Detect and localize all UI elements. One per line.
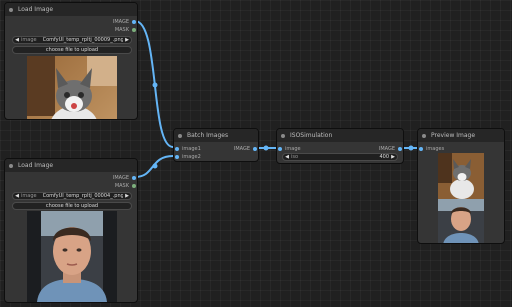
input-socket-image[interactable] (278, 147, 282, 151)
upload-button[interactable]: choose file to upload (12, 202, 132, 210)
node-title: Preview Image (431, 132, 476, 139)
image-select-combo[interactable]: ◀ image ComfyUI_temp_rpltj_00009_.png ▶ (12, 36, 132, 44)
output-label-image: IMAGE (378, 146, 395, 152)
combo-label: image (21, 193, 37, 199)
preview-portrait-thumbnail[interactable] (438, 199, 484, 243)
node-title-bar[interactable]: Preview Image (418, 129, 504, 142)
output-label-image: IMAGE (112, 19, 129, 25)
collapse-dot-icon[interactable] (9, 163, 13, 168)
iso-number-widget[interactable]: ◀ iso 400 ▶ (282, 153, 398, 161)
input-socket-image1[interactable] (175, 147, 179, 151)
increment-arrow-icon[interactable]: ▶ (389, 154, 397, 160)
input-socket-image2[interactable] (175, 155, 179, 159)
output-socket-image[interactable] (253, 147, 257, 151)
link-load2-to-batch-image2 (134, 155, 174, 178)
output-socket-mask[interactable] (132, 184, 136, 188)
node-title: Load Image (18, 162, 54, 169)
output-label-mask: MASK (114, 183, 129, 189)
collapse-dot-icon[interactable] (422, 133, 426, 138)
node-title: Load Image (18, 6, 54, 13)
iso-label: iso (291, 154, 299, 160)
input-label-image2: image2 (182, 154, 201, 160)
preview-cat-thumbnail[interactable] (438, 153, 484, 199)
collapse-dot-icon[interactable] (178, 133, 182, 138)
combo-left-arrow-icon[interactable]: ◀ (13, 193, 21, 199)
combo-right-arrow-icon[interactable]: ▶ (123, 193, 131, 199)
portrait-photo-icon (27, 211, 117, 302)
node-title: ISOSimulation (290, 132, 333, 139)
cat-photo-icon (27, 56, 117, 119)
link-midpoint-2 (152, 163, 158, 169)
portrait-image (27, 211, 117, 302)
combo-value: ComfyUI_temp_rpltj_00009_.png (42, 37, 123, 43)
output-label-mask: MASK (114, 27, 129, 33)
link-midpoint-1 (152, 82, 158, 88)
input-label-image1: image1 (182, 146, 201, 152)
combo-right-arrow-icon[interactable]: ▶ (123, 37, 131, 43)
node-title-bar[interactable]: ISOSimulation (277, 129, 403, 142)
link-midpoint-3 (263, 145, 269, 151)
combo-label: image (21, 37, 37, 43)
input-label-images: images (426, 146, 445, 152)
link-midpoint-4 (408, 145, 414, 151)
output-socket-image[interactable] (398, 147, 402, 151)
output-socket-image[interactable] (132, 20, 136, 24)
load-image-node-2[interactable]: Load Image IMAGE MASK ◀ image ComfyUI_te… (4, 158, 138, 303)
output-socket-image[interactable] (132, 176, 136, 180)
output-label-image: IMAGE (112, 175, 129, 181)
node-title: Batch Images (187, 132, 229, 139)
combo-value: ComfyUI_temp_rpltj_00004_.png (42, 193, 123, 199)
load-image-node-1[interactable]: Load Image IMAGE MASK ◀ image ComfyUI_te… (4, 2, 138, 120)
cat-image (27, 56, 117, 119)
combo-left-arrow-icon[interactable]: ◀ (13, 37, 21, 43)
node-title-bar[interactable]: Load Image (5, 159, 137, 172)
output-label-image: IMAGE (233, 146, 250, 152)
preview-image-node[interactable]: Preview Image images (417, 128, 505, 244)
link-load1-to-batch-image1 (134, 20, 174, 148)
decrement-arrow-icon[interactable]: ◀ (283, 154, 291, 160)
upload-button[interactable]: choose file to upload (12, 46, 132, 54)
node-title-bar[interactable]: Batch Images (174, 129, 258, 142)
cat-thumbnail-icon (438, 153, 484, 199)
input-label-image: image (285, 146, 301, 152)
batch-images-node[interactable]: Batch Images image1 image2 IMAGE (173, 128, 259, 162)
collapse-dot-icon[interactable] (281, 133, 285, 138)
output-socket-mask[interactable] (132, 28, 136, 32)
node-title-bar[interactable]: Load Image (5, 3, 137, 16)
iso-value[interactable]: 400 (304, 154, 389, 160)
image-select-combo[interactable]: ◀ image ComfyUI_temp_rpltj_00004_.png ▶ (12, 192, 132, 200)
iso-simulation-node[interactable]: ISOSimulation image IMAGE ◀ iso 400 ▶ (276, 128, 404, 164)
portrait-thumbnail-icon (438, 199, 484, 243)
collapse-dot-icon[interactable] (9, 7, 13, 12)
input-socket-images[interactable] (419, 147, 423, 151)
